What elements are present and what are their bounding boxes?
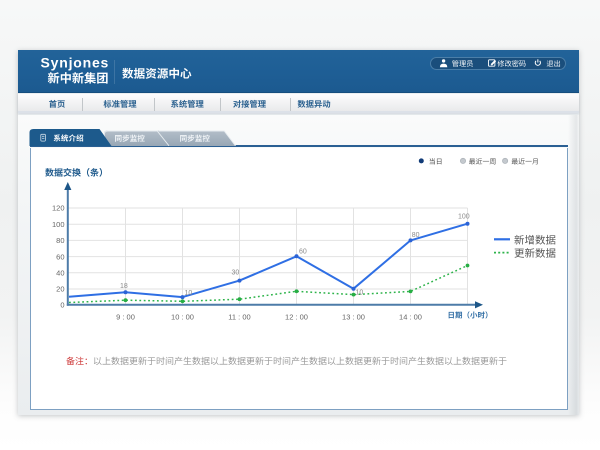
svg-text:10: 10 — [185, 290, 193, 297]
svg-text:20: 20 — [56, 285, 64, 294]
svg-text:100: 100 — [52, 220, 65, 229]
svg-text:100: 100 — [458, 213, 470, 220]
svg-text:12 : 00: 12 : 00 — [285, 312, 308, 321]
svg-text:30: 30 — [232, 270, 240, 277]
svg-text:0: 0 — [60, 301, 64, 310]
svg-text:10: 10 — [356, 290, 364, 297]
svg-text:40: 40 — [56, 269, 64, 278]
svg-text:9 : 00: 9 : 00 — [116, 312, 135, 321]
svg-text:18: 18 — [120, 283, 128, 290]
svg-text:80: 80 — [56, 236, 64, 245]
svg-text:13 : 00: 13 : 00 — [342, 312, 365, 321]
svg-text:10 : 00: 10 : 00 — [171, 312, 194, 321]
svg-text:Synjones: Synjones — [41, 55, 110, 71]
svg-text:60: 60 — [299, 249, 307, 256]
svg-text:11 : 00: 11 : 00 — [228, 312, 250, 321]
svg-text:14 : 00: 14 : 00 — [399, 312, 422, 321]
svg-text:120: 120 — [52, 204, 65, 213]
svg-text:80: 80 — [412, 232, 420, 239]
svg-text:60: 60 — [56, 252, 64, 261]
